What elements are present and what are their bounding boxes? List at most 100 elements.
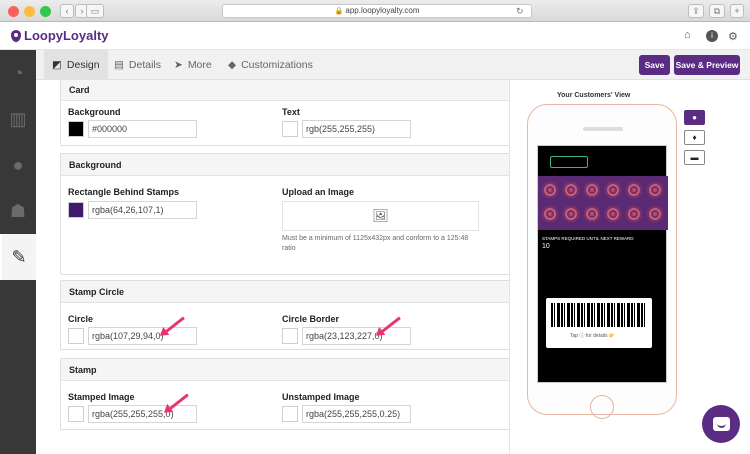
sidebar-item-analytics[interactable]: ▥ — [0, 96, 36, 142]
phone-earpiece — [583, 127, 623, 131]
unstamped-image-swatch[interactable] — [282, 406, 298, 422]
rect-behind-stamps-swatch[interactable] — [68, 202, 84, 218]
share-icon[interactable]: ⇪ — [688, 4, 704, 18]
card-section: Card Background #000000 Text rgb(255,255… — [60, 80, 509, 146]
rect-behind-stamps-label: Rectangle Behind Stamps — [68, 187, 180, 197]
android-preview-button[interactable]: ♦ — [684, 130, 705, 145]
circle-input[interactable]: rgba(107,29,94,0) — [88, 327, 197, 345]
pencil-icon: ✎ — [11, 246, 27, 267]
stamp-circle — [542, 205, 558, 222]
stamped-image-input[interactable]: rgba(255,255,255,0) — [88, 405, 197, 423]
save-preview-button[interactable]: Save & Preview — [674, 55, 740, 75]
support-chat-button[interactable] — [702, 405, 740, 443]
card-section-title: Card — [61, 80, 509, 101]
stamp-circle — [563, 182, 579, 198]
logo[interactable]: LoopyLoyalty — [11, 28, 109, 43]
stamp-circle — [605, 182, 621, 198]
stamps-required-label: STAMPS REQUIRED UNTIL NEXT REWARD — [542, 236, 634, 241]
card-text-input[interactable]: rgb(255,255,255) — [302, 120, 411, 138]
add-image-icon: 🖼 — [372, 208, 389, 223]
stamped-image-label: Stamped Image — [68, 392, 135, 402]
phone-mockup: STAMPS REQUIRED UNTIL NEXT REWARD 10 Tap… — [527, 104, 677, 419]
sidebar-item-customers[interactable]: ☗ — [0, 188, 36, 234]
browser-toolbar: ‹ › ▭ 🔒 app.loopyloyalty.com ↻ ⇪ ⧉ + — [0, 0, 750, 22]
stamp-circle — [626, 205, 642, 222]
tab-customizations[interactable]: ◆ Customizations — [220, 50, 321, 80]
apple-preview-button[interactable]: ● — [684, 110, 705, 125]
stamp-circle — [647, 182, 663, 198]
tab-details[interactable]: ▤ Details — [106, 50, 169, 80]
unstamped-image-input[interactable]: rgba(255,255,255,0.25) — [302, 405, 411, 423]
card-logo — [550, 156, 588, 168]
card-preview: STAMPS REQUIRED UNTIL NEXT REWARD 10 Tap… — [537, 145, 668, 383]
sidebar-item-dashboard[interactable]: ◔ — [0, 50, 36, 96]
message-preview-button[interactable]: ▬ — [684, 150, 705, 165]
circle-border-swatch[interactable] — [282, 328, 298, 344]
chat-bubble-icon — [712, 417, 730, 431]
circle-label: Circle — [68, 314, 94, 324]
apple-icon: ● — [692, 113, 697, 122]
close-window-button[interactable] — [8, 6, 19, 17]
chat-icon: ● — [12, 154, 24, 175]
logo-pin-icon — [11, 29, 21, 42]
background-section: Background Rectangle Behind Stamps rgba(… — [60, 153, 509, 275]
upload-image-dropzone[interactable]: 🖼 — [282, 201, 479, 231]
card-background-swatch[interactable] — [68, 121, 84, 137]
tab-more[interactable]: ➤ More — [166, 50, 220, 80]
card-text-label: Text — [282, 107, 300, 117]
card-text-swatch[interactable] — [282, 121, 298, 137]
unstamped-image-label: Unstamped Image — [282, 392, 360, 402]
tab-details-label: Details — [128, 59, 162, 71]
app-header: LoopyLoyalty ⌂ i ⚙ — [0, 22, 750, 50]
sidebar-item-messages[interactable]: ● — [0, 142, 36, 188]
circle-border-label: Circle Border — [282, 314, 340, 324]
new-tab-icon[interactable]: + — [730, 4, 744, 18]
rect-behind-stamps-input[interactable]: rgba(64,26,107,1) — [88, 201, 197, 219]
minimize-window-button[interactable] — [24, 6, 35, 17]
users-icon: ☗ — [9, 200, 27, 221]
tab-customizations-label: Customizations — [241, 59, 313, 71]
android-icon: ♦ — [692, 133, 697, 142]
speech-bubble-icon: ▬ — [690, 153, 699, 162]
document-icon: ▤ — [114, 59, 124, 71]
phone-home-button — [590, 395, 614, 419]
sidebar-toggle-icon[interactable]: ▭ — [86, 4, 104, 18]
tab-design[interactable]: ◩ Design — [44, 50, 108, 80]
preview-title: Your Customers' View — [557, 92, 631, 99]
tabs-icon[interactable]: ⧉ — [709, 4, 725, 18]
dashboard-icon: ◔ — [12, 62, 24, 83]
url-text: app.loopyloyalty.com — [345, 6, 420, 15]
preview-panel: Your Customers' View STAMPS REQUIRED UNT… — [511, 80, 750, 454]
lock-icon: 🔒 — [334, 8, 344, 15]
stamp-circle — [605, 205, 621, 222]
stamp-circle-section-title: Stamp Circle — [61, 281, 509, 303]
bar-chart-icon: ▥ — [9, 108, 27, 129]
info-icon[interactable]: i — [706, 30, 718, 42]
back-icon[interactable]: ‹ — [60, 4, 74, 18]
card-background-input[interactable]: #000000 — [88, 120, 197, 138]
zoom-window-button[interactable] — [40, 6, 51, 17]
circle-swatch[interactable] — [68, 328, 84, 344]
tap-details-hint[interactable]: Tap ⓘ for details 👉 — [570, 332, 615, 339]
stamped-image-swatch[interactable] — [68, 406, 84, 422]
logo-text: LoopyLoyalty — [24, 28, 109, 43]
stamp-circle — [647, 205, 663, 222]
address-bar[interactable]: 🔒 app.loopyloyalty.com — [222, 4, 532, 18]
barcode-box: Tap ⓘ for details 👉 — [546, 298, 652, 348]
circle-border-input[interactable]: rgba(23,123,227,0) — [302, 327, 411, 345]
gear-icon[interactable]: ⚙ — [728, 30, 738, 43]
background-section-title: Background — [61, 154, 509, 176]
tab-design-label: Design — [66, 59, 100, 71]
save-button[interactable]: Save — [639, 55, 670, 75]
stamp-circle — [563, 205, 579, 222]
home-icon[interactable]: ⌂ — [684, 29, 691, 41]
stamp-section: Stamp Stamped Image rgba(255,255,255,0) … — [60, 358, 509, 430]
reload-icon[interactable]: ↻ — [516, 5, 524, 19]
stamp-grid — [538, 176, 668, 230]
settings-panel: Card Background #000000 Text rgb(255,255… — [36, 80, 510, 454]
stamp-circle — [542, 182, 558, 198]
upload-image-hint: Must be a minimum of 1125x432px and conf… — [282, 235, 469, 252]
stamp-circle — [626, 182, 642, 198]
sidebar-item-design[interactable]: ✎ — [0, 234, 36, 280]
sidebar: ◔ ▥ ● ☗ ✎ — [0, 50, 36, 454]
